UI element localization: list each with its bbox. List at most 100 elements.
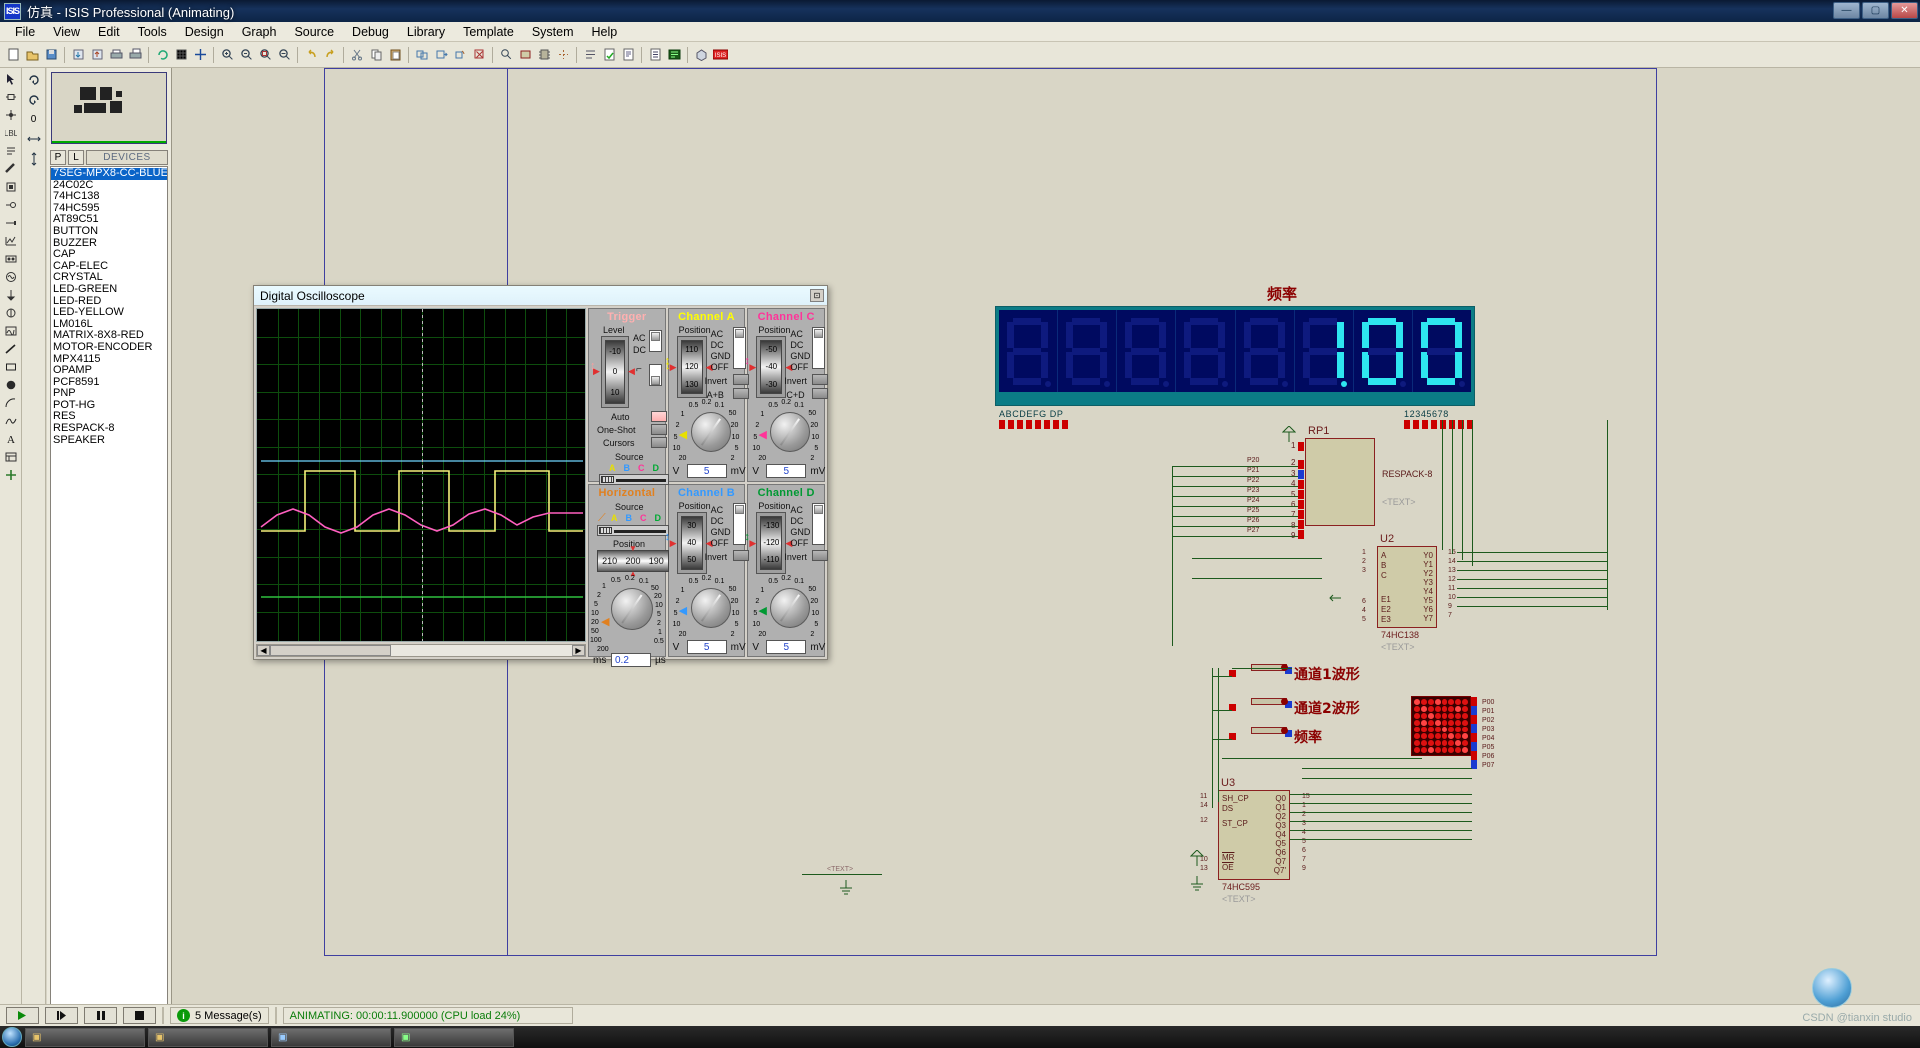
channel-d-pos-arrow-left[interactable]: ▶ — [749, 538, 756, 549]
oscilloscope-titlebar[interactable]: Digital Oscilloscope ⊡ — [254, 286, 827, 306]
terminals-mode-icon[interactable] — [2, 196, 20, 213]
zoom-all-icon[interactable] — [275, 46, 293, 64]
channel-b-updown-icon[interactable]: ↕ — [665, 531, 671, 543]
seven-segment-display[interactable] — [995, 306, 1475, 406]
menu-item-view[interactable]: View — [44, 23, 89, 41]
channel-d-invert-switch[interactable] — [812, 549, 829, 561]
trigger-source-slider[interactable] — [599, 474, 669, 485]
source-d[interactable]: D — [653, 463, 660, 473]
scrollbar-thumb[interactable] — [270, 645, 391, 656]
menu-item-debug[interactable]: Debug — [343, 23, 398, 41]
minimize-button[interactable]: — — [1833, 2, 1860, 19]
block-move-icon[interactable] — [432, 46, 450, 64]
switch-channel1[interactable] — [1229, 664, 1292, 682]
subcircuit-icon[interactable] — [2, 178, 20, 195]
list-item[interactable]: LED-YELLOW — [51, 307, 167, 319]
scrollbar-track[interactable] — [270, 645, 572, 656]
voltage-probe-icon[interactable] — [2, 286, 20, 303]
oscilloscope-screen[interactable] — [256, 308, 586, 642]
channel-c-value[interactable]: 5 — [766, 464, 807, 478]
list-item[interactable]: BUTTON — [51, 225, 167, 238]
rotate-cw-icon[interactable] — [25, 70, 43, 88]
channel-d-gnd-label[interactable]: GND — [790, 527, 810, 537]
menu-item-tools[interactable]: Tools — [129, 23, 176, 41]
ares-icon[interactable] — [665, 46, 683, 64]
paste-icon[interactable] — [386, 46, 404, 64]
isis-logo-icon[interactable]: ISIS — [711, 46, 729, 64]
box-tool-icon[interactable] — [2, 358, 20, 375]
export-icon[interactable] — [88, 46, 106, 64]
maximize-button[interactable]: ▢ — [1862, 2, 1889, 19]
wire-label-icon[interactable]: LBL — [2, 124, 20, 141]
menu-item-library[interactable]: Library — [398, 23, 454, 41]
selection-mode-icon[interactable] — [2, 70, 20, 87]
source-a[interactable]: A — [609, 463, 616, 473]
line-tool-icon[interactable] — [2, 340, 20, 357]
rotation-value[interactable]: 0 — [25, 110, 43, 128]
arc-tool-icon[interactable] — [2, 394, 20, 411]
channel-b-pos-arrow-left[interactable]: ▶ — [670, 538, 677, 549]
horizontal-value[interactable]: 0.2 — [611, 652, 651, 667]
netlist-icon[interactable] — [581, 46, 599, 64]
channel-b-value[interactable]: 5 — [686, 639, 727, 654]
channel-b-ac-label[interactable]: AC — [711, 505, 724, 515]
channel-d-dc-label[interactable]: DC — [790, 516, 803, 526]
marker-tool-icon[interactable] — [2, 466, 20, 483]
mirror-x-icon[interactable] — [25, 130, 43, 148]
channel-d-ac-label[interactable]: AC — [790, 505, 803, 515]
block-copy-icon[interactable] — [413, 46, 431, 64]
menu-item-help[interactable]: Help — [583, 23, 627, 41]
channel-c-updown-icon[interactable]: ↕ — [744, 355, 750, 367]
bus-icon[interactable] — [2, 160, 20, 177]
channel-a-ac-label[interactable]: AC — [711, 329, 724, 339]
cut-icon[interactable] — [348, 46, 366, 64]
channel-a-sum-switch[interactable] — [732, 388, 749, 399]
list-item[interactable]: CAP — [51, 249, 167, 261]
component-rp1[interactable]: RP1 RESPACK-8 <TEXT> — [1305, 425, 1432, 526]
list-item[interactable]: OPAMP — [51, 364, 167, 377]
trigger-level-updown-icon[interactable]: ↕ — [590, 360, 596, 372]
origin-icon[interactable] — [191, 46, 209, 64]
new-file-icon[interactable] — [4, 46, 22, 64]
channel-c-invert-switch[interactable] — [812, 374, 829, 385]
scroll-left-icon[interactable]: ◀ — [257, 645, 270, 656]
circle-tool-icon[interactable] — [2, 376, 20, 393]
menu-item-system[interactable]: System — [523, 23, 583, 41]
oscilloscope-window[interactable]: Digital Oscilloscope ⊡ ◀ ▶ Trigger Level… — [253, 285, 829, 667]
library-manager-button[interactable]: L — [68, 150, 84, 165]
pause-button[interactable] — [84, 1007, 117, 1024]
generator-mode-icon[interactable] — [2, 268, 20, 285]
menu-item-design[interactable]: Design — [176, 23, 233, 41]
import-icon[interactable] — [69, 46, 87, 64]
open-file-icon[interactable] — [23, 46, 41, 64]
messages-status[interactable]: i 5 Message(s) — [170, 1007, 269, 1024]
undo-icon[interactable] — [302, 46, 320, 64]
bom-icon[interactable] — [646, 46, 664, 64]
decompose-icon[interactable] — [554, 46, 572, 64]
trigger-cursors-lamp[interactable] — [651, 437, 667, 448]
horizontal-scrollbar[interactable]: ◀ ▶ — [256, 644, 586, 657]
packaging-icon[interactable] — [535, 46, 553, 64]
symbol-tool-icon[interactable] — [2, 448, 20, 465]
refresh-icon[interactable] — [153, 46, 171, 64]
taskbar-item[interactable]: ▣ — [271, 1027, 391, 1047]
source-b[interactable]: B — [624, 463, 631, 473]
pick-devices-button[interactable]: P — [50, 150, 66, 165]
mirror-y-icon[interactable] — [25, 150, 43, 168]
redo-icon[interactable] — [321, 46, 339, 64]
block-delete-icon[interactable] — [470, 46, 488, 64]
channel-c-ac-label[interactable]: AC — [790, 329, 803, 339]
channel-a-invert-switch[interactable] — [732, 374, 749, 385]
channel-b-gnd-label[interactable]: GND — [711, 527, 731, 537]
junction-dot-icon[interactable] — [2, 106, 20, 123]
copy-icon[interactable] — [367, 46, 385, 64]
menu-item-file[interactable]: File — [6, 23, 44, 41]
channel-a-updown-icon[interactable]: ↕ — [665, 355, 671, 367]
channel-c-dc-label[interactable]: DC — [790, 340, 803, 350]
list-item[interactable]: 7SEG-MPX8-CC-BLUE — [51, 167, 167, 180]
hsource-b[interactable]: B — [626, 513, 633, 523]
channel-c-gnd-label[interactable]: GND — [790, 351, 810, 361]
trigger-oneshot-lamp[interactable] — [651, 424, 667, 435]
3d-view-icon[interactable] — [692, 46, 710, 64]
channel-d-position-slider[interactable]: -130 -120 -110 — [756, 511, 787, 574]
